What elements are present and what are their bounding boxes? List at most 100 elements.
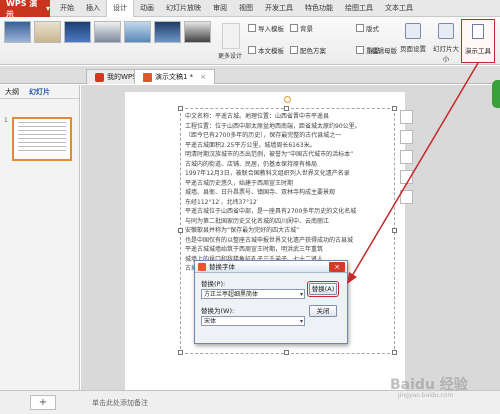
design-ribbon: 更多设计 导入模板 本文模板 背景 配色方案 版式 重置 编辑母版 页面设置 幻… [0,17,500,65]
slide-size-icon [438,23,454,39]
resize-handle[interactable] [392,228,397,233]
text-template-button[interactable]: 本文模板 [248,45,284,55]
text-line: 工程位置：位于山西中部太原盆地西南端，距省城太原约90公里。 [185,122,361,130]
shape-fill-icon[interactable] [400,130,413,144]
menu-tab[interactable]: 特色功能 [299,0,339,17]
document-icon [248,46,256,54]
palette-icon [290,46,298,54]
watermark-url: jingyan.baidu.com [398,392,454,399]
notes-placeholder[interactable]: 单击此处添加备注 [92,398,148,408]
resize-handle[interactable] [284,350,289,355]
menu-tab[interactable]: 文本工具 [379,0,419,17]
close-icon[interactable]: × [329,262,345,272]
text-line: 平遥古城面积2.25平方公里，城墙周长6163米。 [185,141,316,149]
text-line: 东经112°12′，北纬37°12′ [185,198,259,206]
import-template-button[interactable]: 导入模板 [248,23,284,33]
close-icon[interactable]: × [200,70,206,85]
close-button[interactable]: 关闭 [309,305,337,317]
design-thumb[interactable] [94,21,121,43]
text-direction-icon[interactable] [400,170,413,184]
color-scheme-button[interactable]: 配色方案 [290,45,326,55]
layout-icon [356,24,364,32]
edit-master-button[interactable]: 编辑母版 [371,45,397,55]
menu-tab[interactable]: 绘图工具 [339,0,379,17]
menu-tab[interactable]: 开始 [54,0,80,17]
slide-size-button[interactable]: 幻灯片大小 [430,20,462,63]
resize-handle[interactable] [178,228,183,233]
more-designs-label: 更多设计 [218,53,243,60]
design-gallery [4,21,211,55]
menu-tab[interactable]: 设计 [106,0,134,17]
menu-tab[interactable]: 视图 [233,0,259,17]
slide-panel: 大纲 幻灯片 1 [0,85,80,390]
menu-tab[interactable]: 开发工具 [259,0,299,17]
tab-presentation[interactable]: 演示文稿1 * × [134,69,216,85]
chevron-down-icon: ▾ [45,4,50,13]
chevron-down-icon: ▾ [299,318,303,325]
text-line: 平遥古城位于山西省中部，是一座具有2700多年历史的文化名城 [185,208,357,215]
watermark-logo: Baidu 经验 [390,377,468,393]
wps-app-icon [198,263,206,271]
text-line: 平遥古城城墙始筑于西周宣王时期，明洪武三年重筑 [185,246,324,253]
dialog-title: 替换字体 [209,263,235,271]
text-line: 古城内的街道、店铺、民居，仍基本保持原有格局 [185,160,318,168]
replace-with-label: 替换为(W): [201,307,235,315]
resize-handle[interactable] [392,106,397,111]
quick-tools [400,110,414,204]
layout-button[interactable]: 版式 [356,23,379,33]
resize-handle[interactable] [392,350,397,355]
app-menu-button[interactable]: WPS 演示 ▾ [0,0,50,19]
text-line: 安徽歙县并称为“保存最为完好的四大古城” [185,227,300,234]
design-thumb[interactable] [124,21,151,43]
menu-tab[interactable]: 审阅 [207,0,233,17]
menu-tab[interactable]: 动画 [134,0,160,17]
design-thumb[interactable] [184,21,211,43]
slide-number: 1 [4,117,8,124]
menu-tabs: 开始 插入 设计 动画 幻灯片放映 审阅 视图 开发工具 特色功能 绘图工具 文本工具 [54,0,419,17]
text-line: 明清时期汉族城市的杰出范例，被誉为“中国古代城市的活标本” [185,151,354,158]
page-setup-button[interactable]: 页面设置 [396,20,430,62]
add-slide-button[interactable]: + [30,395,56,410]
design-thumb[interactable] [4,21,31,43]
text-line: 也是中国仅有的以整座古城申报世界文化遗产获得成功的古县城 [185,236,354,244]
tab-outline[interactable]: 大纲 [0,85,24,98]
chevron-down-icon: ▾ [299,291,303,298]
wps-logo-icon [95,72,104,82]
image-icon[interactable] [400,190,413,204]
text-line: 中文名称：平遥古城。地理位置：山西省晋中市平遥县 [185,113,330,120]
shape-outline-icon[interactable] [400,150,413,164]
replace-font-select[interactable]: 方正兰亭超细黑简体 ▾ [201,289,305,299]
shape-style-icon[interactable] [400,110,413,124]
background-icon [290,24,298,32]
text-line: 城墙、县衙、日升昌票号、镇国寺、双林寺构成主要景观 [185,189,336,196]
resize-handle[interactable] [178,350,183,355]
dialog-title-bar[interactable]: 替换字体 × [195,261,347,273]
slide-thumbnail[interactable] [12,117,72,161]
menu-tab[interactable]: 幻灯片放映 [160,0,207,17]
design-thumb[interactable] [34,21,61,43]
float-widget[interactable] [492,80,500,108]
tab-slides[interactable]: 幻灯片 [24,85,55,98]
text-line: 平遥古城历史悠久，始建于西周宣王时期 [185,179,294,187]
document-tabs: 我的WPS 演示文稿1 * × [0,66,500,84]
presenter-tools-button[interactable]: 演示工具 [461,19,495,63]
design-thumb[interactable] [154,21,181,43]
replace-label: 替换(P): [201,280,226,288]
more-designs-icon[interactable] [222,23,240,49]
resize-handle[interactable] [178,106,183,111]
presentation-icon [143,72,152,82]
menu-tab[interactable]: 插入 [80,0,106,17]
rotate-handle[interactable] [284,96,291,103]
design-thumb[interactable] [64,21,91,43]
background-button[interactable]: 背景 [290,23,313,33]
reset-icon [356,46,364,54]
resize-handle[interactable] [284,106,289,111]
menu-bar: WPS 演示 ▾ 开始 插入 设计 动画 幻灯片放映 审阅 视图 开发工具 特色功能 绘图工具 文本… [0,0,500,19]
text-line: （距今已有2700多年的历史），保存最完整的古代县城之一 [185,132,342,139]
replace-font-dialog: 替换字体 × 替换(P): 方正兰亭超细黑简体 ▾ 替换为(W): 宋体 ▾ 替… [194,260,348,344]
template-icon [248,24,256,32]
page-setup-icon [405,23,421,39]
replace-with-font-select[interactable]: 宋体 ▾ [201,316,305,326]
panel-tabs: 大纲 幻灯片 [0,85,79,99]
replace-button[interactable]: 替换(A) [307,281,339,297]
